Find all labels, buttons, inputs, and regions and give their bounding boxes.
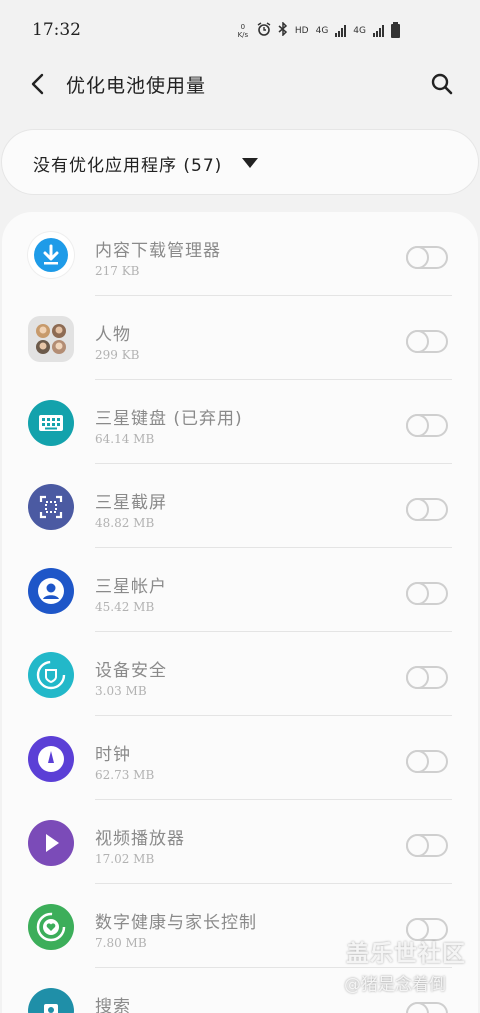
app-size: 64.14 MB — [95, 432, 155, 446]
list-item[interactable]: 三星帐户 45.42 MB — [2, 548, 478, 632]
optimize-toggle[interactable] — [406, 834, 448, 857]
hd-icon: HD — [294, 25, 309, 36]
app-header: 优化电池使用量 — [0, 60, 480, 108]
app-name: 人物 — [95, 325, 131, 345]
optimize-toggle[interactable] — [406, 750, 448, 773]
optimize-toggle[interactable] — [406, 582, 448, 605]
battery-icon — [391, 21, 400, 38]
app-size: 299 KB — [95, 348, 140, 362]
network-4g-icon-2: 4G — [353, 25, 366, 36]
filter-label: 没有优化应用程序 (57) — [33, 156, 223, 176]
list-item[interactable]: 时钟 62.73 MB — [2, 716, 478, 800]
status-time: 17:32 — [32, 20, 81, 40]
page-title: 优化电池使用量 — [66, 75, 207, 97]
play-icon — [28, 820, 74, 866]
list-item[interactable]: 三星截屏 48.82 MB — [2, 464, 478, 548]
search-icon — [431, 73, 453, 95]
optimize-toggle[interactable] — [406, 330, 448, 353]
status-bar: 17:32 0 K/s HD 4G 4G — [0, 0, 480, 60]
app-name: 三星键盘 (已弃用) — [95, 409, 243, 429]
app-size: 48.82 MB — [95, 516, 155, 530]
clock-icon — [28, 736, 74, 782]
app-size: 45.42 MB — [95, 600, 155, 614]
optimize-toggle[interactable] — [406, 498, 448, 521]
back-button[interactable] — [24, 70, 52, 98]
bluetooth-icon — [278, 21, 288, 39]
screenshot-icon — [28, 484, 74, 530]
app-name: 三星截屏 — [95, 493, 167, 513]
app-size: 62.73 MB — [95, 768, 155, 782]
list-item[interactable]: 设备安全 3.03 MB — [2, 632, 478, 716]
app-name: 时钟 — [95, 745, 131, 765]
list-item[interactable]: 视频播放器 17.02 MB — [2, 800, 478, 884]
search-app-icon — [28, 988, 74, 1013]
list-item[interactable]: 内容下载管理器 217 KB — [2, 212, 478, 296]
wellbeing-icon — [28, 904, 74, 950]
watermark-user: @猪是念着倒 — [344, 975, 446, 995]
app-name: 搜索 — [95, 997, 131, 1013]
optimize-toggle[interactable] — [406, 246, 448, 269]
optimize-toggle[interactable] — [406, 414, 448, 437]
dropdown-arrow-icon — [242, 158, 258, 168]
signal-icon — [335, 24, 347, 37]
signal-icon-2 — [373, 24, 384, 37]
optimize-toggle[interactable] — [406, 1002, 448, 1013]
app-size: 17.02 MB — [95, 852, 155, 866]
shield-icon — [28, 652, 74, 698]
net-speed-indicator: 0 K/s — [237, 22, 249, 39]
app-name: 内容下载管理器 — [95, 241, 221, 261]
download-icon — [28, 232, 74, 278]
app-filter-dropdown[interactable]: 没有优化应用程序 (57) — [2, 130, 478, 194]
app-name: 三星帐户 — [95, 577, 167, 597]
people-icon — [28, 316, 74, 362]
app-list: 内容下载管理器 217 KB 人物 299 KB 三星键盘 (已弃用) 64.1… — [2, 212, 478, 1013]
back-arrow-icon — [31, 73, 44, 95]
watermark-title: 盖乐世社区 — [346, 941, 466, 967]
list-item[interactable]: 三星键盘 (已弃用) 64.14 MB — [2, 380, 478, 464]
app-name: 数字健康与家长控制 — [95, 913, 257, 933]
app-name: 设备安全 — [95, 661, 167, 681]
alarm-icon — [257, 22, 271, 39]
account-icon — [28, 568, 74, 614]
app-size: 3.03 MB — [95, 684, 147, 698]
search-button[interactable] — [428, 70, 456, 98]
network-4g-icon: 4G — [315, 25, 329, 36]
status-icons: 0 K/s HD 4G 4G — [236, 21, 400, 39]
app-size: 7.80 MB — [95, 936, 147, 950]
optimize-toggle[interactable] — [406, 666, 448, 689]
list-item[interactable]: 人物 299 KB — [2, 296, 478, 380]
app-name: 视频播放器 — [95, 829, 185, 849]
app-size: 217 KB — [95, 264, 140, 278]
keyboard-icon — [28, 400, 74, 446]
